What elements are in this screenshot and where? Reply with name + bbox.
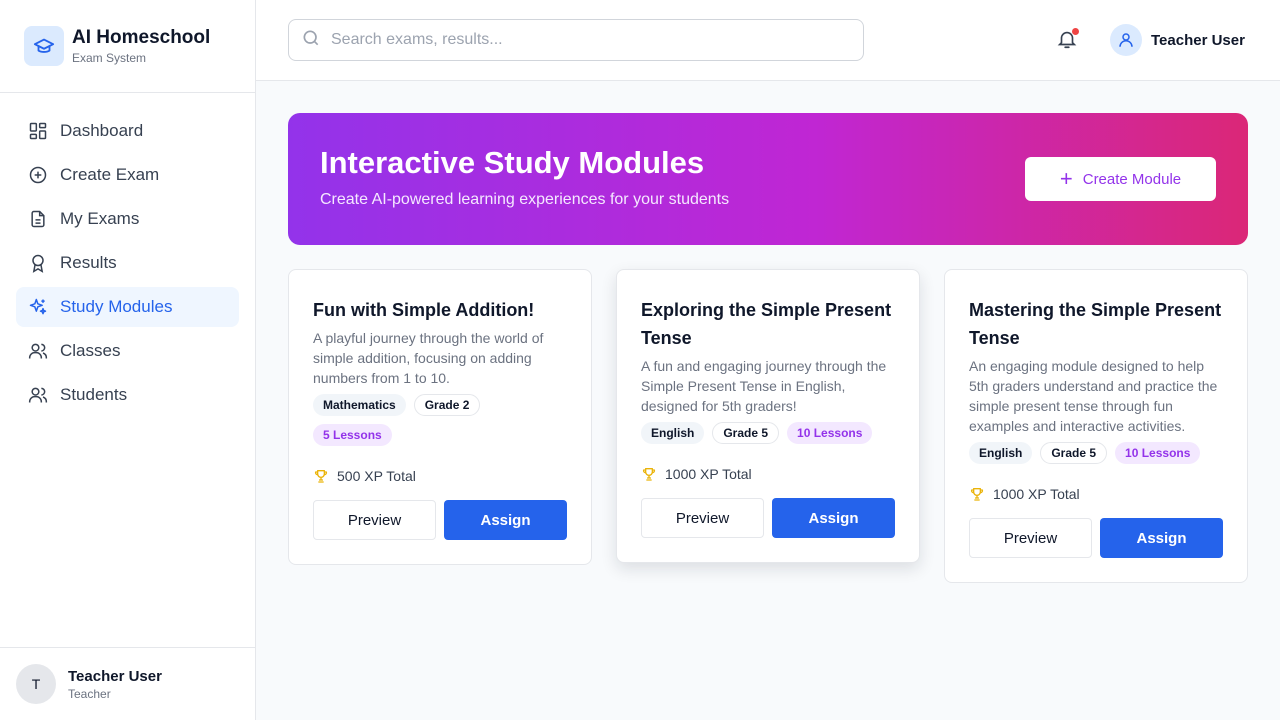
lessons-badge: 5 Lessons <box>313 424 392 446</box>
sidebar-item-label: Results <box>60 253 117 272</box>
card-actions: Preview Assign <box>969 518 1223 558</box>
lessons-badge: 10 Lessons <box>787 422 873 444</box>
module-title: Fun with Simple Addition! <box>313 300 535 320</box>
search-icon <box>301 28 321 53</box>
lessons-badge: 10 Lessons <box>1115 442 1201 464</box>
hero-banner: Interactive Study Modules Create AI-powe… <box>288 113 1248 245</box>
sidebar-item-label: Study Modules <box>60 297 173 316</box>
sidebar-item-my-exams[interactable]: My Exams <box>16 199 239 239</box>
sidebar-item-classes[interactable]: Classes <box>16 331 239 371</box>
top-header: Teacher User <box>256 0 1280 81</box>
document-icon <box>28 209 48 229</box>
preview-button[interactable]: Preview <box>313 500 436 540</box>
page-title: Interactive Study Modules <box>320 145 705 180</box>
create-module-label: Create Module <box>1082 170 1182 188</box>
grade-badge: Grade 5 <box>712 422 780 444</box>
sparkles-icon <box>28 297 48 317</box>
xp-label: 500 XP Total <box>337 468 416 484</box>
avatar: T <box>16 664 56 704</box>
sidebar-item-results[interactable]: Results <box>16 243 239 283</box>
graduation-cap-icon <box>24 26 64 66</box>
award-icon <box>28 253 48 273</box>
bell-icon <box>1056 31 1078 54</box>
module-description: A fun and engaging journey through the S… <box>641 358 887 414</box>
subject-badge: English <box>641 422 705 444</box>
preview-button[interactable]: Preview <box>641 498 764 538</box>
plus-icon: + <box>1059 166 1073 191</box>
module-card: Exploring the Simple Present Tense A fun… <box>616 269 920 563</box>
module-tags: English Grade 5 10 Lessons <box>641 422 895 452</box>
trophy-icon <box>969 486 985 502</box>
sidebar: AI Homeschool Exam System Dashboard Crea… <box>0 0 256 720</box>
user-icon <box>1110 24 1142 56</box>
sidebar-item-dashboard[interactable]: Dashboard <box>16 111 239 151</box>
assign-button[interactable]: Assign <box>1100 518 1223 558</box>
card-actions: Preview Assign <box>641 498 895 538</box>
sidebar-item-study-modules[interactable]: Study Modules <box>16 287 239 327</box>
brand-subtitle: Exam System <box>72 51 147 65</box>
xp-label: 1000 XP Total <box>665 466 752 482</box>
sidebar-user-role: Teacher <box>68 686 111 701</box>
notification-button[interactable] <box>1056 28 1080 52</box>
card-actions: Preview Assign <box>313 500 567 540</box>
sidebar-item-label: Dashboard <box>60 121 144 140</box>
sidebar-item-label: Create Exam <box>60 165 160 184</box>
module-title: Mastering the Simple Present Tense <box>969 300 1222 348</box>
module-card: Mastering the Simple Present Tense An en… <box>944 269 1248 583</box>
grade-badge: Grade 2 <box>413 394 481 416</box>
trophy-icon <box>641 466 657 482</box>
preview-button[interactable]: Preview <box>969 518 1092 558</box>
assign-button[interactable]: Assign <box>444 500 567 540</box>
trophy-icon <box>313 468 329 484</box>
xp-label: 1000 XP Total <box>993 486 1080 502</box>
assign-button[interactable]: Assign <box>772 498 895 538</box>
sidebar-user-name: Teacher User <box>68 667 162 685</box>
sidebar-user[interactable]: T Teacher User Teacher <box>0 647 255 720</box>
sidebar-item-label: My Exams <box>60 209 140 228</box>
module-tags: English Grade 5 10 Lessons <box>969 442 1223 472</box>
brand-title: AI Homeschool <box>72 27 211 48</box>
sidebar-item-label: Students <box>60 385 128 404</box>
plus-circle-icon <box>28 165 48 185</box>
module-description: An engaging module designed to help 5th … <box>969 358 1218 434</box>
sidebar-item-students[interactable]: Students <box>16 375 239 415</box>
subject-badge: English <box>969 442 1033 464</box>
module-description: A playful journey through the world of s… <box>313 330 544 386</box>
xp-total: 1000 XP Total <box>641 466 895 482</box>
sidebar-item-create-exam[interactable]: Create Exam <box>16 155 239 195</box>
notification-dot <box>1072 28 1079 35</box>
header-user-menu[interactable]: Teacher User <box>1110 24 1245 56</box>
xp-total: 1000 XP Total <box>969 486 1223 502</box>
module-title: Exploring the Simple Present Tense <box>641 300 892 348</box>
sidebar-item-label: Classes <box>60 341 121 360</box>
subject-badge: Mathematics <box>313 394 406 416</box>
xp-total: 500 XP Total <box>313 468 567 484</box>
grade-badge: Grade 5 <box>1040 442 1108 464</box>
search-bar <box>288 19 864 61</box>
header-user-name: Teacher User <box>1151 31 1245 49</box>
create-module-button[interactable]: + Create Module <box>1025 157 1216 201</box>
users-icon <box>28 341 48 361</box>
search-input[interactable] <box>331 31 851 49</box>
module-tags: Mathematics Grade 2 5 Lessons <box>313 394 567 454</box>
users-icon <box>28 385 48 405</box>
page-subtitle: Create AI-powered learning experiences f… <box>320 191 730 208</box>
module-card: Fun with Simple Addition! A playful jour… <box>288 269 592 565</box>
sidebar-nav: Dashboard Create Exam My Exams Results S… <box>0 93 255 437</box>
dashboard-icon <box>28 121 48 141</box>
brand: AI Homeschool Exam System <box>0 0 255 93</box>
